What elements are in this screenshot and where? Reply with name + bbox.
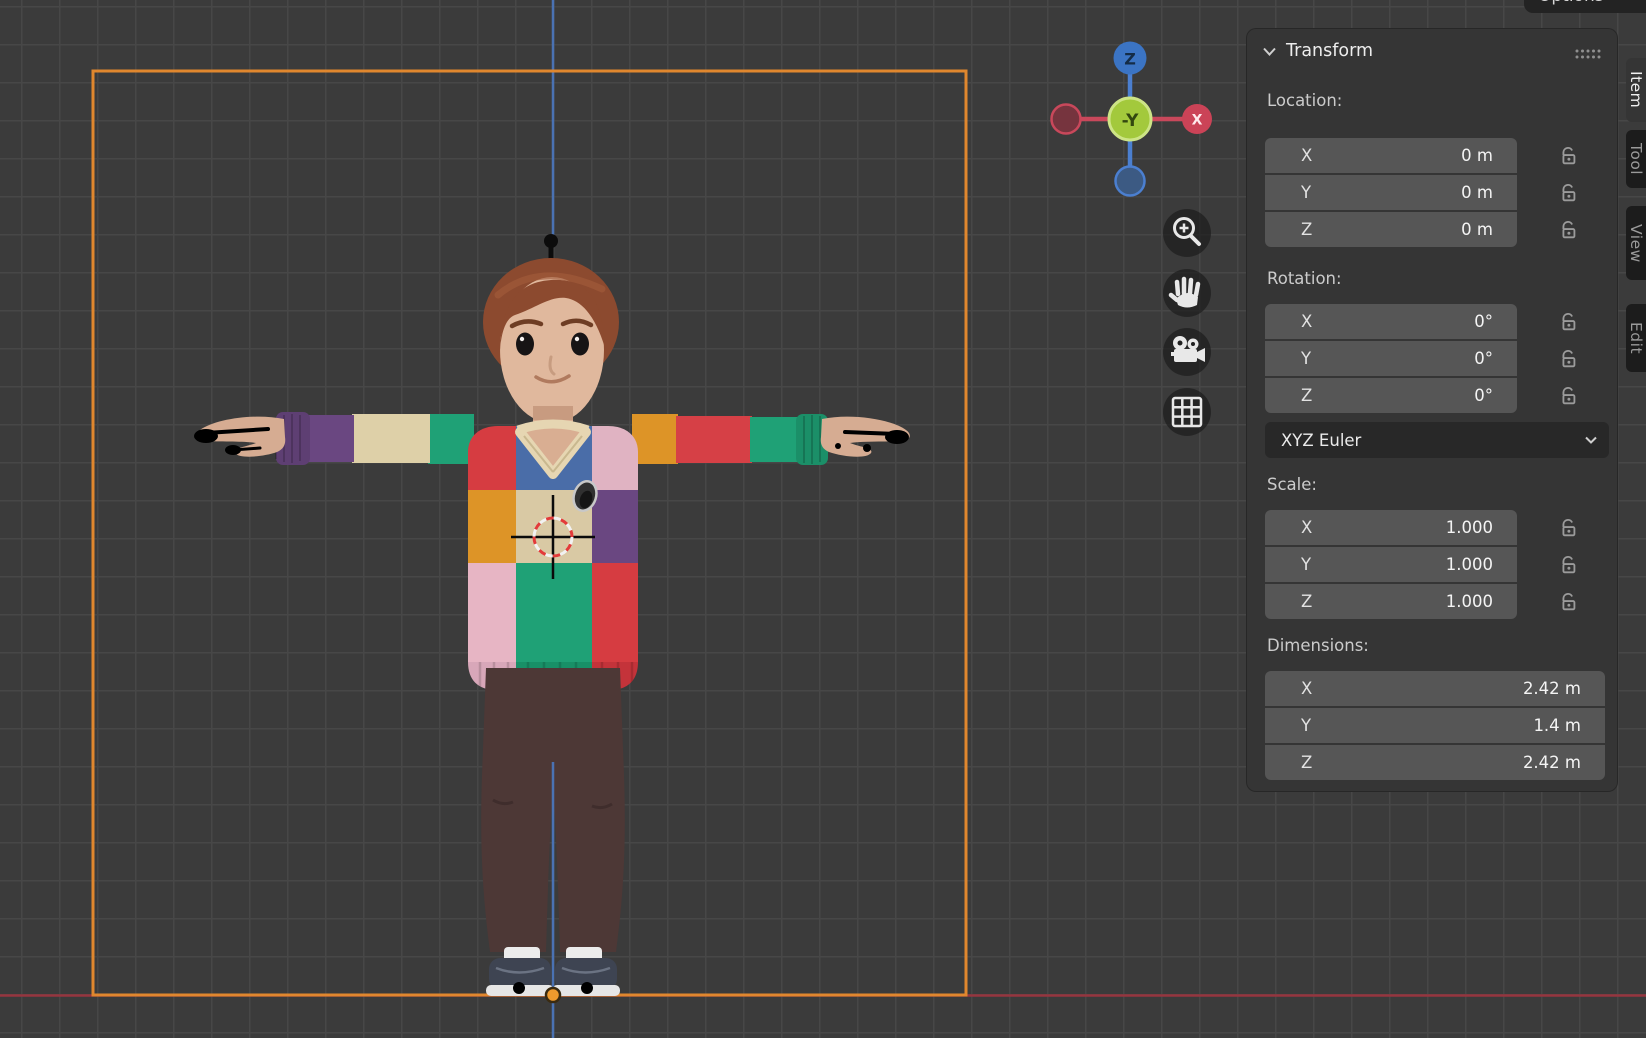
viewport-controls xyxy=(1163,209,1211,436)
location-locks xyxy=(1551,137,1585,248)
right-foot-bone-tip xyxy=(581,982,593,994)
left-foot-bone-tip xyxy=(513,982,525,994)
gizmo-x-axis-ball[interactable]: X xyxy=(1182,104,1212,134)
zoom-button[interactable] xyxy=(1163,209,1211,257)
rotation-y-lock-button[interactable] xyxy=(1551,340,1585,377)
location-y-lock-button[interactable] xyxy=(1551,174,1585,211)
dimensions-section-label: Dimensions: xyxy=(1267,636,1369,655)
navigation-gizmo[interactable]: Z -Y X xyxy=(1052,42,1213,196)
rotation-z-lock-button[interactable] xyxy=(1551,377,1585,414)
scale-section-label: Scale: xyxy=(1267,475,1317,494)
tab-label: Item xyxy=(1627,71,1645,108)
tab-label: Edit xyxy=(1627,322,1645,354)
location-z-lock-button[interactable] xyxy=(1551,211,1585,248)
rotation-x-field[interactable]: X 0° xyxy=(1265,304,1517,339)
scale-y-lock-button[interactable] xyxy=(1551,546,1585,583)
scale-x-lock-button[interactable] xyxy=(1551,509,1585,546)
scale-x-field[interactable]: X 1.000 xyxy=(1265,510,1517,545)
sidebar-tab-view[interactable]: View xyxy=(1626,206,1646,280)
sidebar-tab-edit[interactable]: Edit xyxy=(1626,304,1646,372)
scale-y-field[interactable]: Y 1.000 xyxy=(1265,547,1517,582)
lock-open-icon xyxy=(1557,311,1579,333)
left-eye-glint xyxy=(520,337,524,341)
dimensions-x-field[interactable]: X 2.42 m xyxy=(1265,671,1605,706)
transform-panel: Transform Location: X 0 m Y 0 m Z 0 m xyxy=(1246,28,1618,792)
rotation-locks xyxy=(1551,303,1585,414)
lock-open-icon xyxy=(1557,145,1579,167)
right-arm xyxy=(632,414,910,465)
pan-button[interactable] xyxy=(1163,269,1211,317)
gizmo-neg-x-axis-ball[interactable] xyxy=(1052,105,1081,134)
gizmo-neg-z-axis-ball[interactable] xyxy=(1116,167,1145,196)
panel-expand-chevron-icon xyxy=(1263,47,1276,56)
lock-open-icon xyxy=(1557,554,1579,576)
camera-view-button[interactable] xyxy=(1163,328,1211,376)
options-button[interactable]: Options xyxy=(1524,0,1646,13)
rotation-fields: X 0° Y 0° Z 0° xyxy=(1265,304,1517,413)
location-section-label: Location: xyxy=(1267,91,1342,110)
rotation-mode-value: XYZ Euler xyxy=(1265,431,1361,450)
gizmo-z-axis-ball[interactable]: Z xyxy=(1114,42,1147,75)
lock-open-icon xyxy=(1557,219,1579,241)
scale-z-field[interactable]: Z 1.000 xyxy=(1265,584,1517,619)
rotation-y-field[interactable]: Y 0° xyxy=(1265,341,1517,376)
dimensions-fields: X 2.42 m Y 1.4 m Z 2.42 m xyxy=(1265,671,1605,780)
armature-head-bone-tip xyxy=(544,234,558,248)
lock-open-icon xyxy=(1557,517,1579,539)
lock-open-icon xyxy=(1557,591,1579,613)
scale-locks xyxy=(1551,509,1585,620)
lock-open-icon xyxy=(1557,182,1579,204)
neck-shadow xyxy=(533,406,573,420)
dimensions-y-field[interactable]: Y 1.4 m xyxy=(1265,708,1605,743)
rotation-mode-dropdown[interactable]: XYZ Euler xyxy=(1265,422,1609,458)
svg-text:Z: Z xyxy=(1124,50,1136,69)
panel-title: Transform xyxy=(1286,41,1373,61)
svg-text:-Y: -Y xyxy=(1122,111,1140,131)
panel-grip-icon[interactable] xyxy=(1575,49,1601,59)
lock-open-icon xyxy=(1557,348,1579,370)
sidebar-tab-tool[interactable]: Tool xyxy=(1626,130,1646,188)
chevron-down-icon xyxy=(1585,436,1597,444)
object-origin-point[interactable] xyxy=(546,988,560,1002)
scale-fields: X 1.000 Y 1.000 Z 1.000 xyxy=(1265,510,1517,619)
location-fields: X 0 m Y 0 m Z 0 m xyxy=(1265,138,1517,247)
scale-z-lock-button[interactable] xyxy=(1551,583,1585,620)
left-eye xyxy=(516,333,534,356)
tab-label: Tool xyxy=(1627,143,1645,175)
tab-label: View xyxy=(1627,224,1645,263)
sidebar-tab-item[interactable]: Item xyxy=(1626,58,1646,122)
projection-toggle-button[interactable] xyxy=(1163,388,1211,436)
gizmo-neg-y-axis-ball[interactable]: -Y xyxy=(1109,98,1151,140)
options-label: Options xyxy=(1538,0,1604,6)
location-x-lock-button[interactable] xyxy=(1551,137,1585,174)
dimensions-z-field[interactable]: Z 2.42 m xyxy=(1265,745,1605,780)
location-x-field[interactable]: X 0 m xyxy=(1265,138,1517,173)
location-y-field[interactable]: Y 0 m xyxy=(1265,175,1517,210)
svg-text:X: X xyxy=(1192,113,1203,129)
blender-3d-viewport-screen: Z -Y X xyxy=(0,0,1646,1038)
right-eye-glint xyxy=(575,337,579,341)
location-z-field[interactable]: Z 0 m xyxy=(1265,212,1517,247)
transform-panel-header[interactable]: Transform xyxy=(1263,41,1373,61)
left-arm xyxy=(194,412,474,465)
lock-open-icon xyxy=(1557,385,1579,407)
rotation-section-label: Rotation: xyxy=(1267,269,1342,288)
right-eye xyxy=(571,333,589,356)
rotation-z-field[interactable]: Z 0° xyxy=(1265,378,1517,413)
rotation-x-lock-button[interactable] xyxy=(1551,303,1585,340)
